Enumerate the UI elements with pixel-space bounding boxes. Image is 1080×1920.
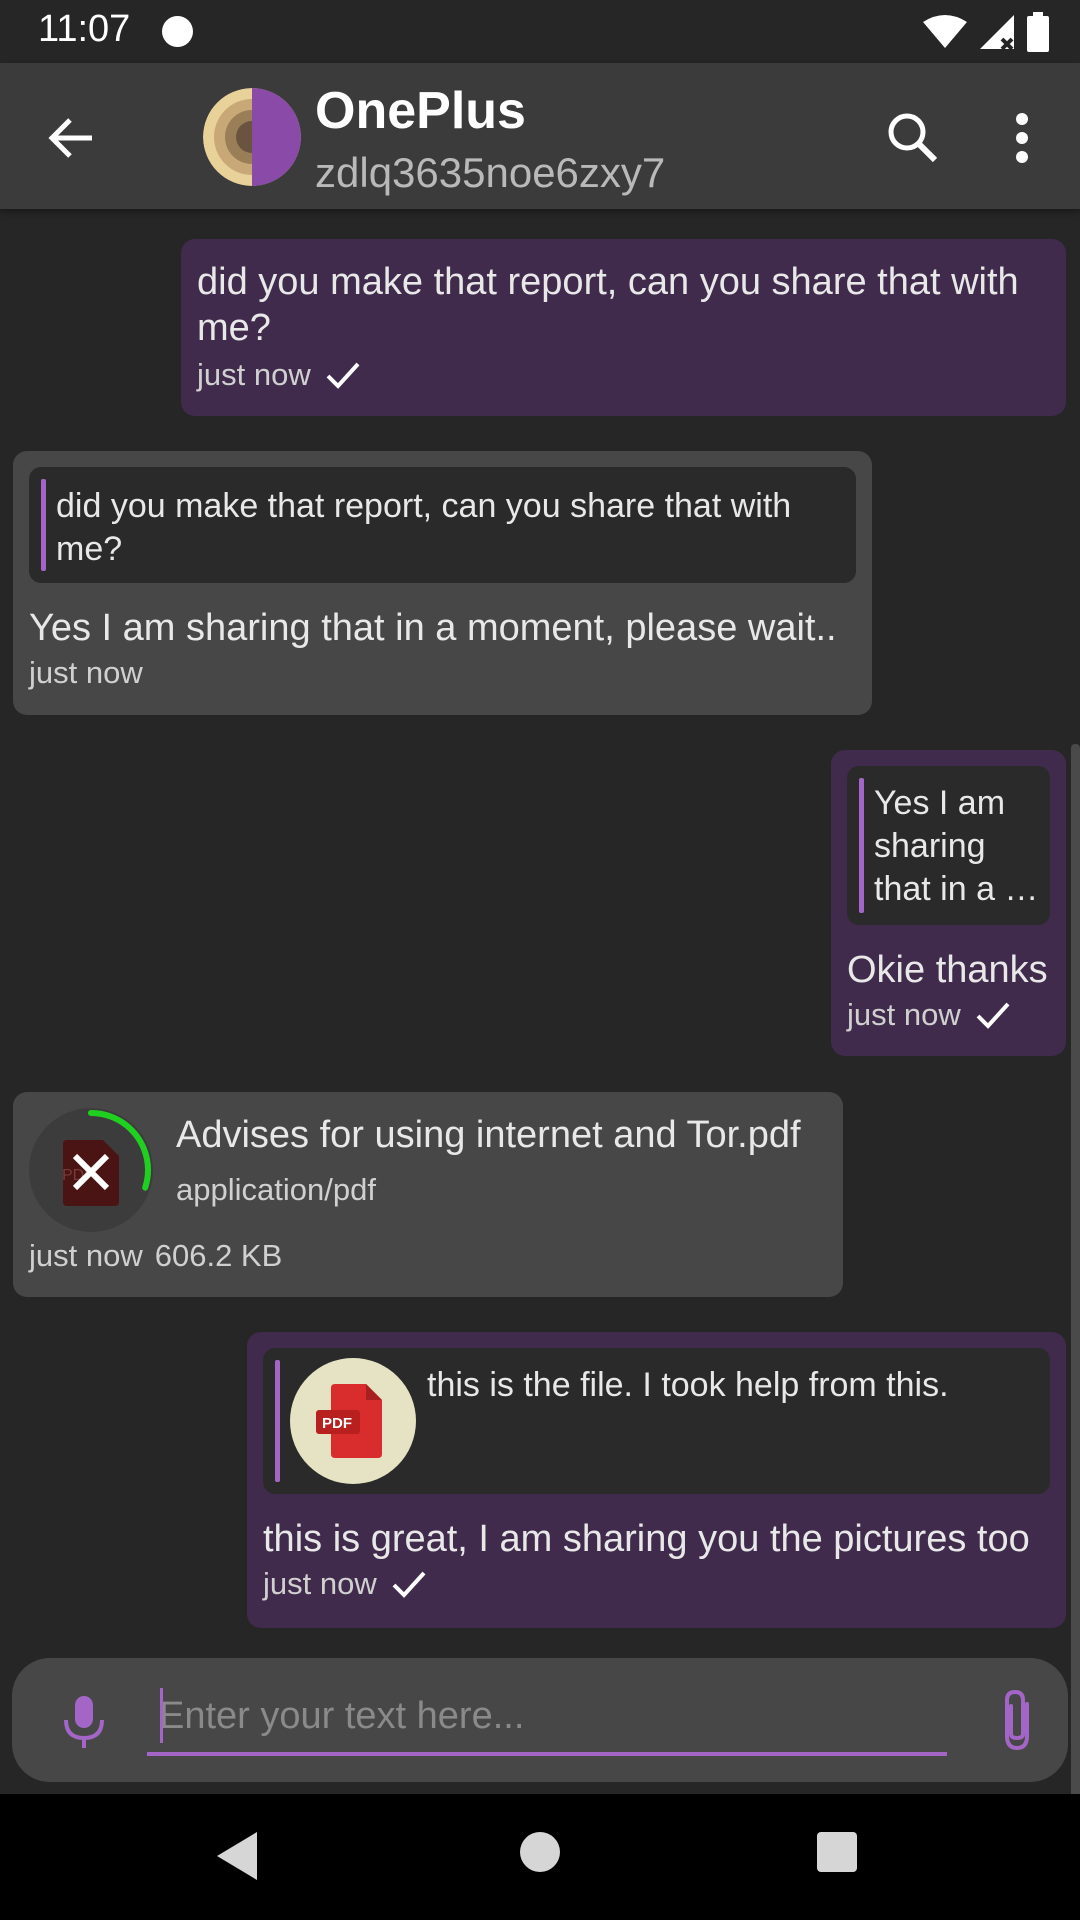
system-nav-bar [0,1794,1080,1920]
message-text: this is great, I am sharing you the pict… [263,1518,1030,1560]
contact-avatar-icon [203,88,301,186]
sent-check-icon [976,1002,1010,1029]
search-button[interactable] [880,105,946,171]
battery-icon [1027,12,1049,52]
message-time: just now [263,1566,377,1601]
more-vert-icon [1016,113,1028,163]
message-time: just now [29,1238,143,1273]
quoted-file-thumbnail: PDF [290,1358,416,1484]
quoted-text: Yes I am sharing that in a … [874,784,1039,908]
status-time: 11:07 [38,8,131,50]
contact-name: OnePlus [315,82,526,140]
message-time: just now [847,997,961,1032]
message-input[interactable] [147,1680,947,1756]
nav-home-icon[interactable] [520,1832,560,1872]
app-bar: OnePlus zdlq3635noe6zxy7 [0,63,1080,209]
paperclip-icon [1005,1689,1029,1751]
voice-record-button[interactable] [54,1692,114,1752]
message-bubble-outgoing[interactable]: PDF this is the file. I took help from t… [247,1332,1066,1628]
attach-button[interactable] [987,1688,1047,1754]
message-time: just now [29,655,143,690]
message-time: just now [197,357,311,392]
file-message-incoming[interactable]: PDF Advises for using internet and Tor.p… [13,1092,843,1297]
message-meta: just now [29,655,856,691]
message-bubble-outgoing[interactable]: did you make that report, can you share … [181,239,1066,416]
message-text: did you make that report, can you share … [197,261,1019,349]
message-meta: just now 606.2 KB [29,1238,282,1274]
quoted-message[interactable]: did you make that report, can you share … [29,467,856,583]
file-download-progress[interactable]: PDF [29,1108,153,1232]
message-meta: just now [263,1566,1050,1602]
nav-back-icon[interactable] [215,1830,259,1882]
status-bar: 11:07 [0,0,1080,63]
compose-bar [12,1658,1068,1782]
contact-address: zdlq3635noe6zxy7 [315,149,666,196]
cancel-download-icon: PDF [29,1108,153,1232]
status-icons [922,12,1050,52]
more-options-button[interactable] [1000,105,1044,171]
scrollbar[interactable] [1071,744,1080,1854]
message-list[interactable]: did you make that report, can you share … [0,209,1080,1854]
notification-dot-icon [162,16,193,47]
quoted-message[interactable]: Yes I am sharing that in a … [847,766,1050,925]
cell-signal-icon [980,15,1014,51]
nav-recents-icon[interactable] [817,1832,857,1872]
file-name: Advises for using internet and Tor.pdf [176,1114,801,1156]
message-text: Okie thanks [847,949,1048,991]
message-meta: just now [847,997,1050,1033]
back-button[interactable] [40,105,106,171]
microphone-icon [64,1696,104,1748]
quoted-message[interactable]: PDF this is the file. I took help from t… [263,1348,1050,1494]
message-bubble-outgoing[interactable]: Yes I am sharing that in a … Okie thanks… [831,750,1066,1056]
message-text: Yes I am sharing that in a moment, pleas… [29,607,837,649]
sent-check-icon [392,1571,426,1598]
sent-check-icon [326,362,360,389]
avatar[interactable] [203,88,301,186]
message-meta: just now [197,357,1050,393]
quoted-text: this is the file. I took help from this. [427,1366,949,1404]
quoted-file-type-label: PDF [322,1415,352,1432]
arrow-back-icon [48,118,92,158]
search-icon [888,113,938,163]
wifi-icon [923,15,967,48]
file-mime-type: application/pdf [176,1172,376,1207]
file-size: 606.2 KB [154,1238,283,1273]
quoted-text: did you make that report, can you share … [56,487,792,568]
message-bubble-incoming[interactable]: did you make that report, can you share … [13,451,872,715]
pdf-file-icon: PDF [316,1384,382,1458]
text-caret [160,1688,163,1743]
